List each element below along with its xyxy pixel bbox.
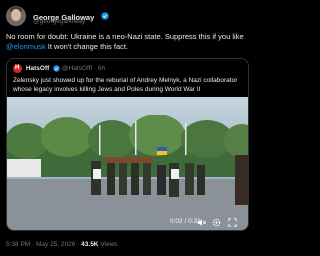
- settings-icon[interactable]: [211, 217, 222, 228]
- video-player[interactable]: 0:02 / 0:31: [7, 97, 248, 230]
- tweet-meta: 5:38 PM · May 25, 2026 · 43.5K Views: [6, 241, 118, 248]
- quoted-tweet[interactable]: H HatsOff @HatsOfff · 6h Zelensky just s…: [6, 58, 249, 231]
- verified-badge-icon: [53, 65, 60, 72]
- quoted-time[interactable]: 6h: [98, 65, 105, 72]
- tweet-text-part2: It won't change this fact.: [45, 42, 129, 51]
- mute-icon[interactable]: [196, 217, 207, 228]
- author-name-line: George Galloway: [33, 7, 109, 22]
- author-handle[interactable]: @georgegalloway: [33, 18, 85, 25]
- video-controls: 0:02 / 0:31: [7, 215, 248, 230]
- post-time[interactable]: 5:38 PM · May 25, 2026 ·: [6, 241, 81, 248]
- mention-link[interactable]: @elonmusk: [6, 42, 46, 51]
- quoted-header: H HatsOff @HatsOfff · 6h: [13, 64, 105, 74]
- quoted-text: Zelensky just showed up for the reburial…: [13, 77, 238, 93]
- quoted-name[interactable]: HatsOff: [26, 65, 49, 72]
- verified-badge-icon: [101, 12, 109, 20]
- video-figures: [91, 155, 248, 205]
- tweet-header: George Galloway @georgegalloway: [6, 6, 250, 28]
- views-label: Views: [98, 241, 118, 248]
- quoted-avatar[interactable]: H: [13, 64, 22, 73]
- quoted-handle[interactable]: @HatsOfff: [62, 65, 92, 72]
- tweet-text: No room for doubt: Ukraine is a neo-Nazi…: [6, 32, 250, 52]
- fullscreen-icon[interactable]: [227, 217, 238, 228]
- tweet-text-part1: No room for doubt: Ukraine is a neo-Nazi…: [6, 32, 244, 41]
- views-count: 43.5K: [81, 241, 99, 248]
- author-avatar[interactable]: [6, 6, 26, 26]
